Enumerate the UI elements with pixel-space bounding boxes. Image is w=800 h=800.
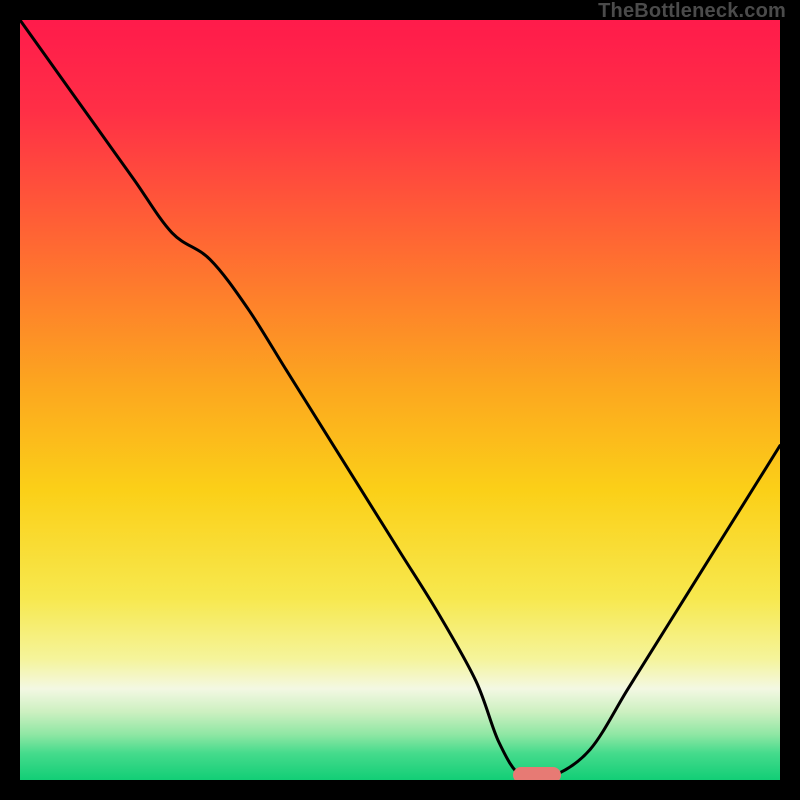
- optimal-point-marker: [513, 767, 561, 780]
- plot-area: [20, 20, 780, 780]
- curve-layer: [20, 20, 780, 780]
- bottleneck-curve: [20, 20, 780, 780]
- chart-frame: TheBottleneck.com: [0, 0, 800, 800]
